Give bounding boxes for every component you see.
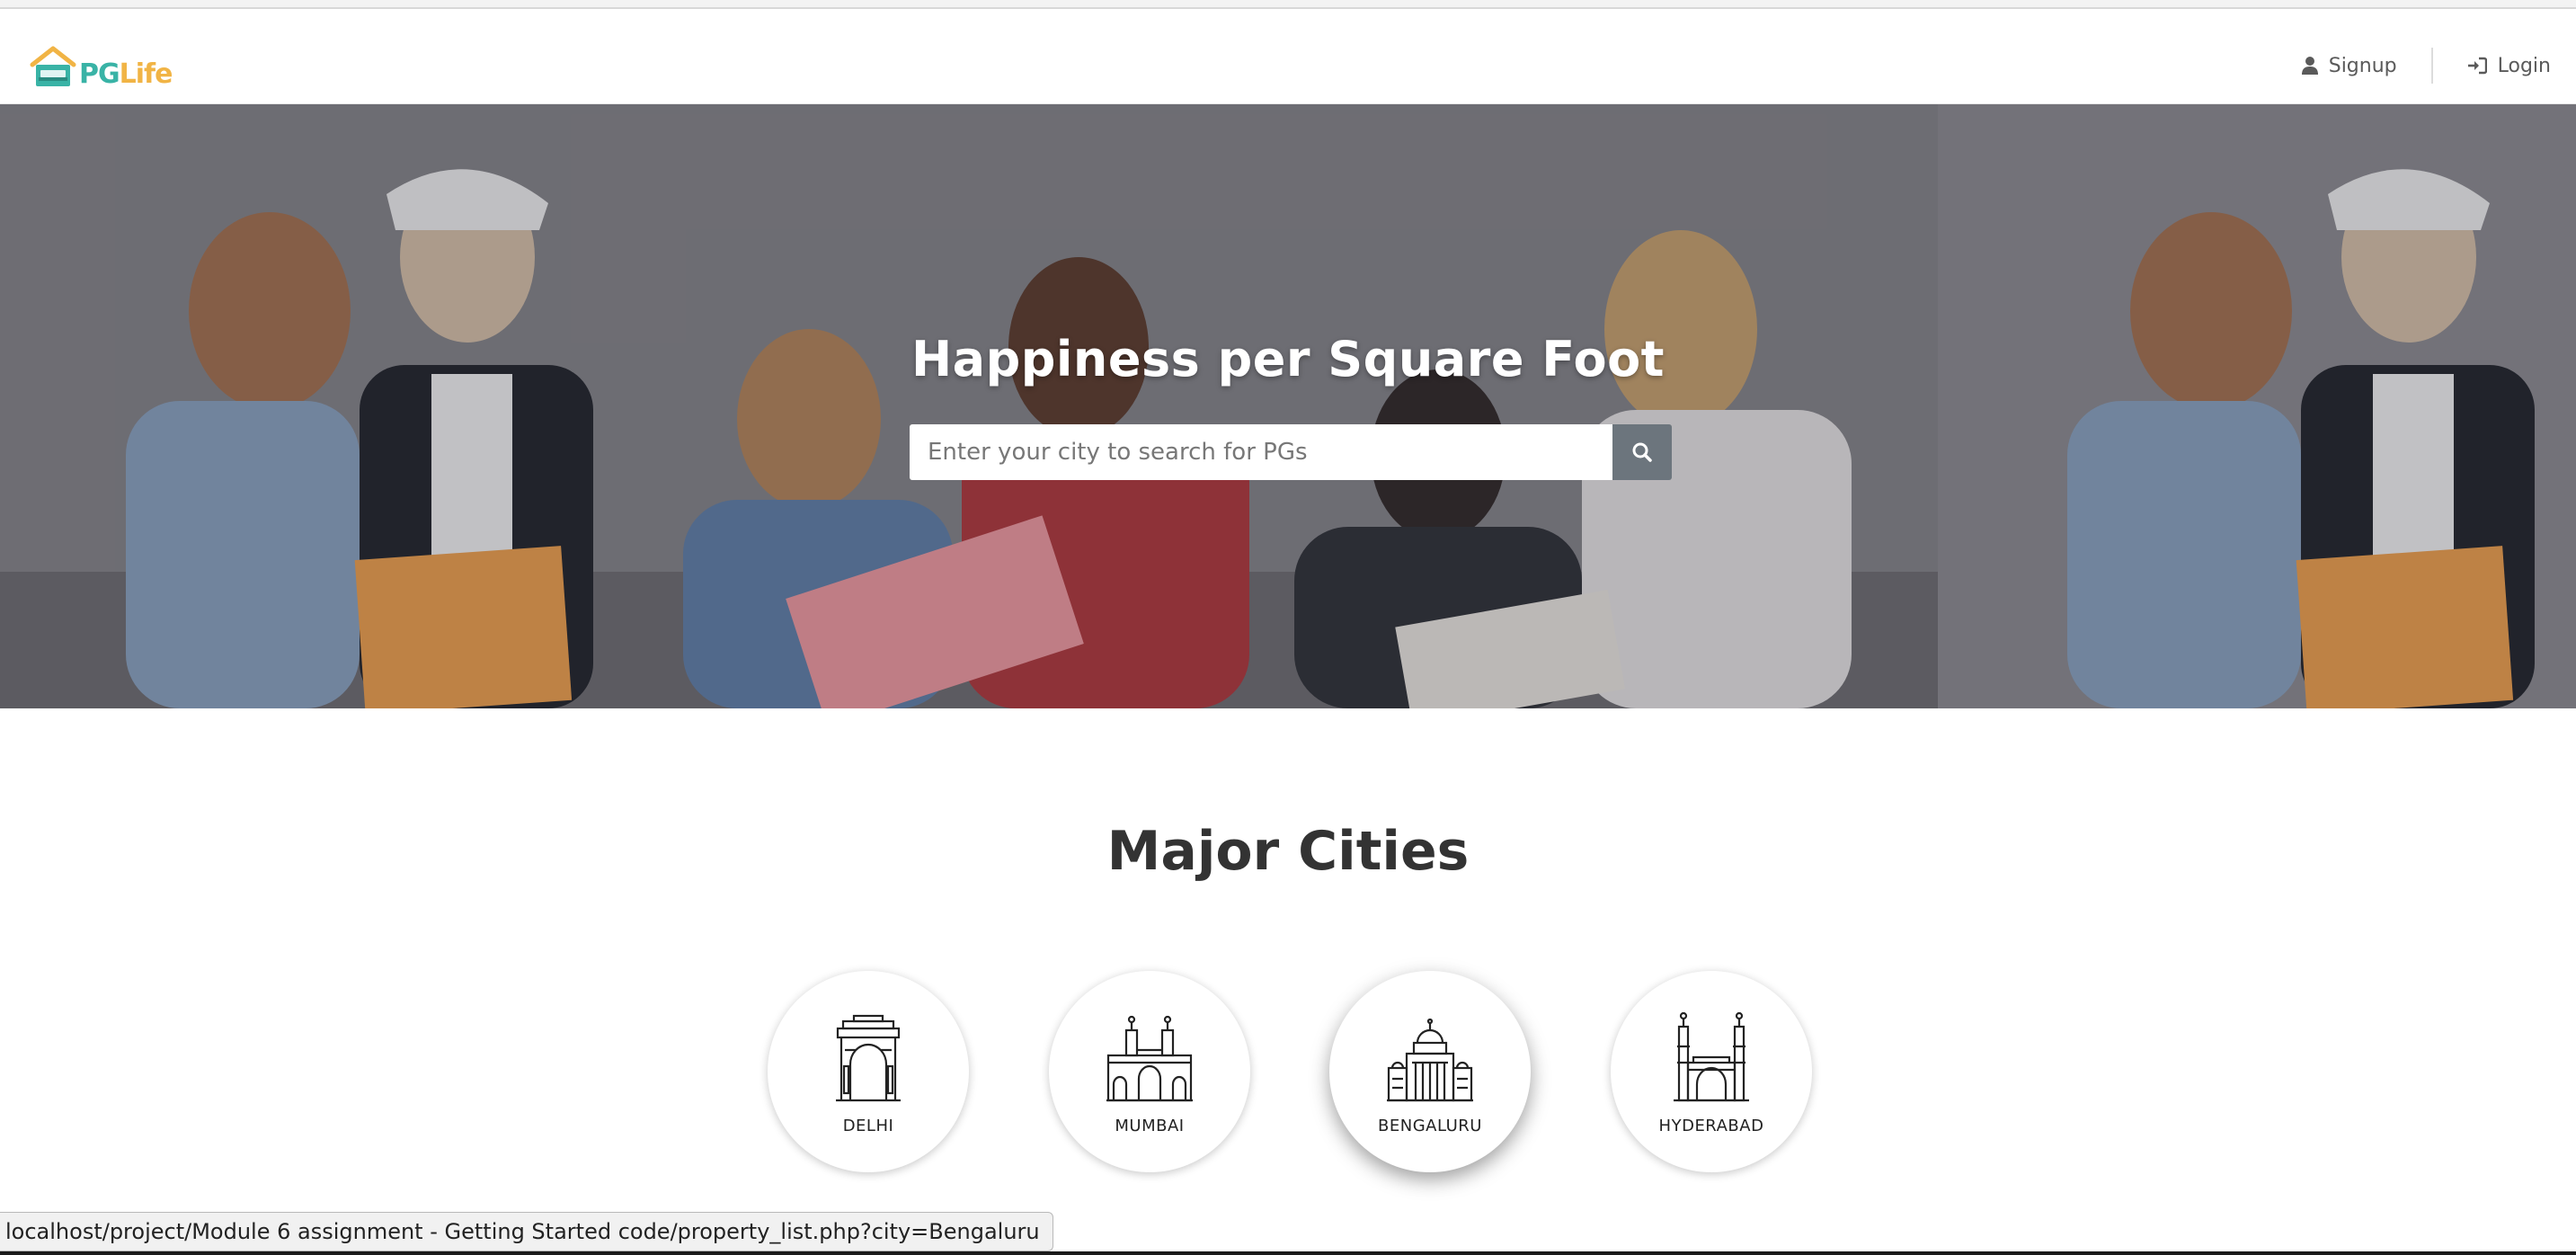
city-search-input[interactable] (910, 424, 1612, 480)
nav-divider (2430, 48, 2433, 84)
sign-in-icon (2467, 57, 2487, 75)
brand-logo[interactable]: PGLife (29, 36, 173, 90)
city-card-hyderabad[interactable]: HYDERABAD (1611, 971, 1812, 1172)
brand-wordmark: PGLife (79, 58, 173, 90)
site-header: PGLife Signup Login (0, 9, 2576, 104)
hero-overlay (0, 104, 2576, 708)
charminar-icon (1674, 1011, 1749, 1102)
city-search-form (910, 424, 1672, 480)
city-card-bengaluru[interactable]: BENGALURU (1329, 971, 1531, 1172)
status-bar-url: localhost/project/Module 6 assignment - … (0, 1212, 1053, 1251)
city-label: MUMBAI (1115, 1117, 1185, 1135)
gateway-of-india-icon (1106, 1015, 1193, 1102)
india-gate-icon (836, 1014, 901, 1102)
login-label: Login (2497, 54, 2551, 77)
city-label: HYDERABAD (1658, 1117, 1764, 1135)
signup-link[interactable]: Signup (2301, 54, 2397, 77)
browser-bottom-edge (0, 1251, 2576, 1255)
vidhana-soudha-icon (1387, 1018, 1473, 1102)
city-card-mumbai[interactable]: MUMBAI (1049, 971, 1250, 1172)
brand-name-life: Life (119, 58, 173, 90)
city-label: DELHI (842, 1117, 894, 1135)
hero-banner: Happiness per Square Foot (0, 104, 2576, 708)
brand-name-pg: PG (79, 58, 120, 90)
search-button[interactable] (1612, 424, 1672, 480)
login-link[interactable]: Login (2467, 55, 2551, 77)
user-icon (2301, 57, 2318, 75)
hero-title: Happiness per Square Foot (910, 331, 1665, 387)
browser-top-edge (0, 0, 2576, 9)
header-nav: Signup Login (2301, 18, 2551, 113)
city-card-delhi[interactable]: DELHI (768, 971, 969, 1172)
search-icon (1632, 442, 1652, 462)
major-cities-heading: Major Cities (1106, 820, 1470, 883)
city-label: BENGALURU (1378, 1117, 1482, 1135)
signup-label: Signup (2328, 54, 2397, 77)
house-logo-icon (29, 45, 77, 90)
